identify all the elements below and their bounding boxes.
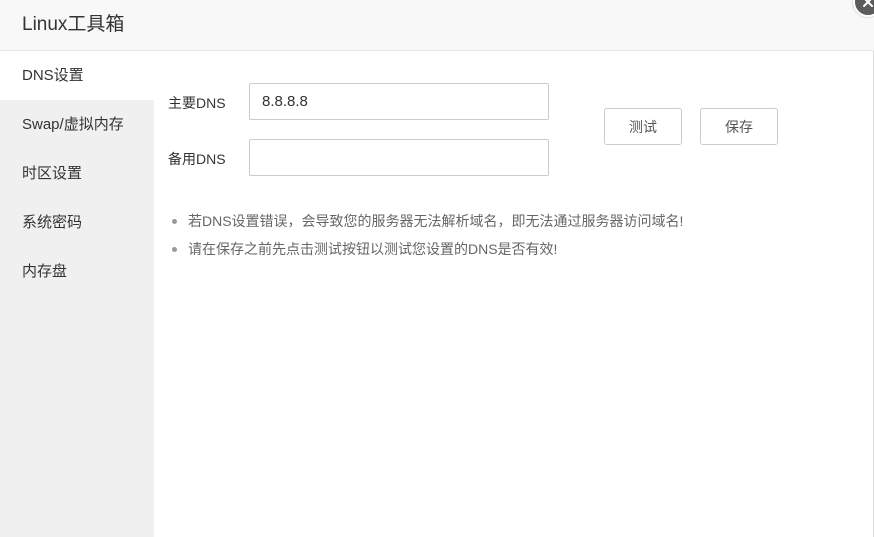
primary-dns-label: 主要DNS [168,95,226,111]
sidebar-item-system-password[interactable]: 系统密码 [0,198,154,247]
sidebar-item-timezone[interactable]: 时区设置 [0,149,154,198]
list-item: 若DNS设置错误，会导致您的服务器无法解析域名，即无法通过服务器访问域名! [168,211,683,231]
list-item: 请在保存之前先点击测试按钮以测试您设置的DNS是否有效! [168,239,683,259]
tips-list: 若DNS设置错误，会导致您的服务器无法解析域名，即无法通过服务器访问域名! 请在… [168,211,683,267]
save-button[interactable]: 保存 [700,108,778,145]
dialog-title: Linux工具箱 [22,14,125,35]
primary-dns-input[interactable] [249,83,549,120]
secondary-dns-input[interactable] [249,139,549,176]
bullet-dot-icon [172,247,177,252]
dns-settings-panel: 主要DNS 备用DNS 测试 保存 若DNS设置错误，会导致您的服务器无法解析域… [154,51,874,537]
dialog-titlebar: Linux工具箱 [0,0,874,51]
secondary-dns-label: 备用DNS [168,151,226,167]
sidebar-item-dns[interactable]: DNS设置 [0,51,154,100]
sidebar-item-ramdisk[interactable]: 内存盘 [0,247,154,296]
test-button[interactable]: 测试 [604,108,682,145]
tip-text: 请在保存之前先点击测试按钮以测试您设置的DNS是否有效! [188,241,558,257]
close-icon [863,0,873,7]
sidebar-item-swap[interactable]: Swap/虚拟内存 [0,100,154,149]
sidebar-nav: DNS设置 Swap/虚拟内存 时区设置 系统密码 内存盘 [0,51,154,537]
tip-text: 若DNS设置错误，会导致您的服务器无法解析域名，即无法通过服务器访问域名! [188,213,684,229]
linux-toolbox-dialog: Linux工具箱 DNS设置 Swap/虚拟内存 时区设置 系统密码 内存盘 主… [0,0,874,537]
bullet-dot-icon [172,219,177,224]
